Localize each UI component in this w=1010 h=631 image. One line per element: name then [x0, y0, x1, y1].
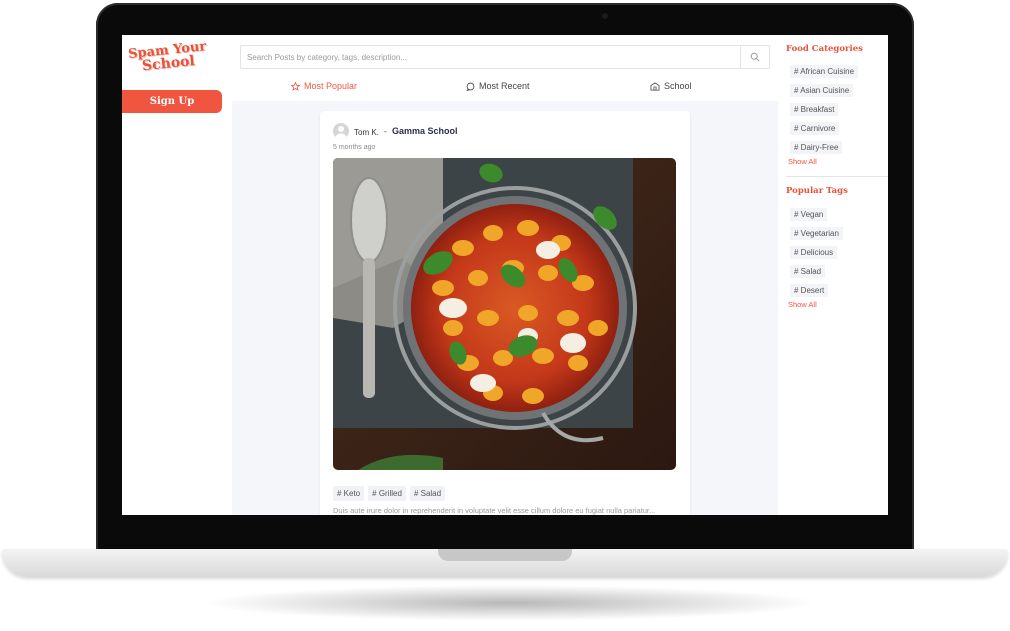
category-item[interactable]: # Dairy-Free [790, 141, 843, 154]
post-tag[interactable]: # Keto [333, 486, 365, 501]
tab-school[interactable]: School [650, 77, 692, 95]
post-time: 5 months ago [333, 144, 376, 151]
category-list: # African Cuisine # Asian Cuisine # Brea… [790, 65, 859, 160]
post-tag-list: # Keto # Grilled # Salad [333, 486, 446, 501]
category-item[interactable]: # Breakfast [790, 103, 839, 116]
brand-logo[interactable]: Spam Your School [127, 39, 208, 76]
laptop-notch [438, 549, 572, 561]
logo-line-2: School [141, 52, 196, 75]
food-photo [333, 158, 676, 470]
tag-list: # Vegan # Vegetarian # Delicious # Salad… [790, 208, 843, 303]
signup-button[interactable]: Sign Up [122, 90, 222, 113]
tags-show-all-link[interactable]: Show All [788, 300, 817, 309]
tag-item[interactable]: # Delicious [790, 246, 838, 259]
author-separator: - [384, 127, 387, 136]
app-screen: Spam Your School Sign Up Most Popular Mo… [122, 35, 888, 515]
tag-item[interactable]: # Vegan [790, 208, 828, 221]
post-feed: Tom K. - Gamma School 5 months ago # Ket… [232, 101, 778, 515]
chat-icon [466, 82, 475, 91]
user-icon [335, 126, 347, 139]
categories-show-all-link[interactable]: Show All [788, 157, 817, 166]
search-button[interactable] [740, 46, 769, 68]
category-item[interactable]: # African Cuisine [790, 65, 859, 78]
star-icon [291, 81, 300, 91]
laptop-shadow [200, 585, 820, 621]
tab-label: Most Recent [479, 81, 530, 91]
post-author[interactable]: Tom K. [354, 128, 379, 137]
feed-tabs: Most Popular Most Recent School [240, 77, 770, 95]
right-sidebar: Food Categories # African Cuisine # Asia… [786, 35, 888, 515]
tab-most-popular[interactable]: Most Popular [291, 77, 357, 95]
popular-tags-title: Popular Tags [786, 186, 848, 196]
post-tag[interactable]: # Salad [409, 486, 446, 501]
food-categories-title: Food Categories [786, 44, 863, 54]
sidebar-divider [786, 176, 888, 177]
post-image[interactable] [333, 158, 676, 470]
tab-label: Most Popular [304, 81, 358, 91]
post-school[interactable]: Gamma School [392, 126, 458, 136]
search-bar [240, 45, 770, 69]
search-input[interactable] [241, 46, 753, 68]
category-item[interactable]: # Asian Cuisine [790, 84, 854, 97]
post-tag[interactable]: # Grilled [368, 486, 406, 501]
tag-item[interactable]: # Salad [790, 265, 826, 278]
search-icon [750, 52, 760, 62]
tag-item[interactable]: # Desert [790, 284, 829, 297]
tab-label: School [664, 81, 692, 91]
tab-most-recent[interactable]: Most Recent [466, 77, 530, 95]
post-card[interactable]: Tom K. - Gamma School 5 months ago # Ket… [320, 111, 690, 515]
category-item[interactable]: # Carnivore [790, 122, 840, 135]
school-icon [650, 81, 660, 91]
avatar[interactable] [333, 123, 349, 139]
post-excerpt: Duis aute irure dolor in reprehenderit i… [333, 506, 656, 515]
camera-dot [602, 13, 608, 19]
tag-item[interactable]: # Vegetarian [790, 227, 843, 240]
